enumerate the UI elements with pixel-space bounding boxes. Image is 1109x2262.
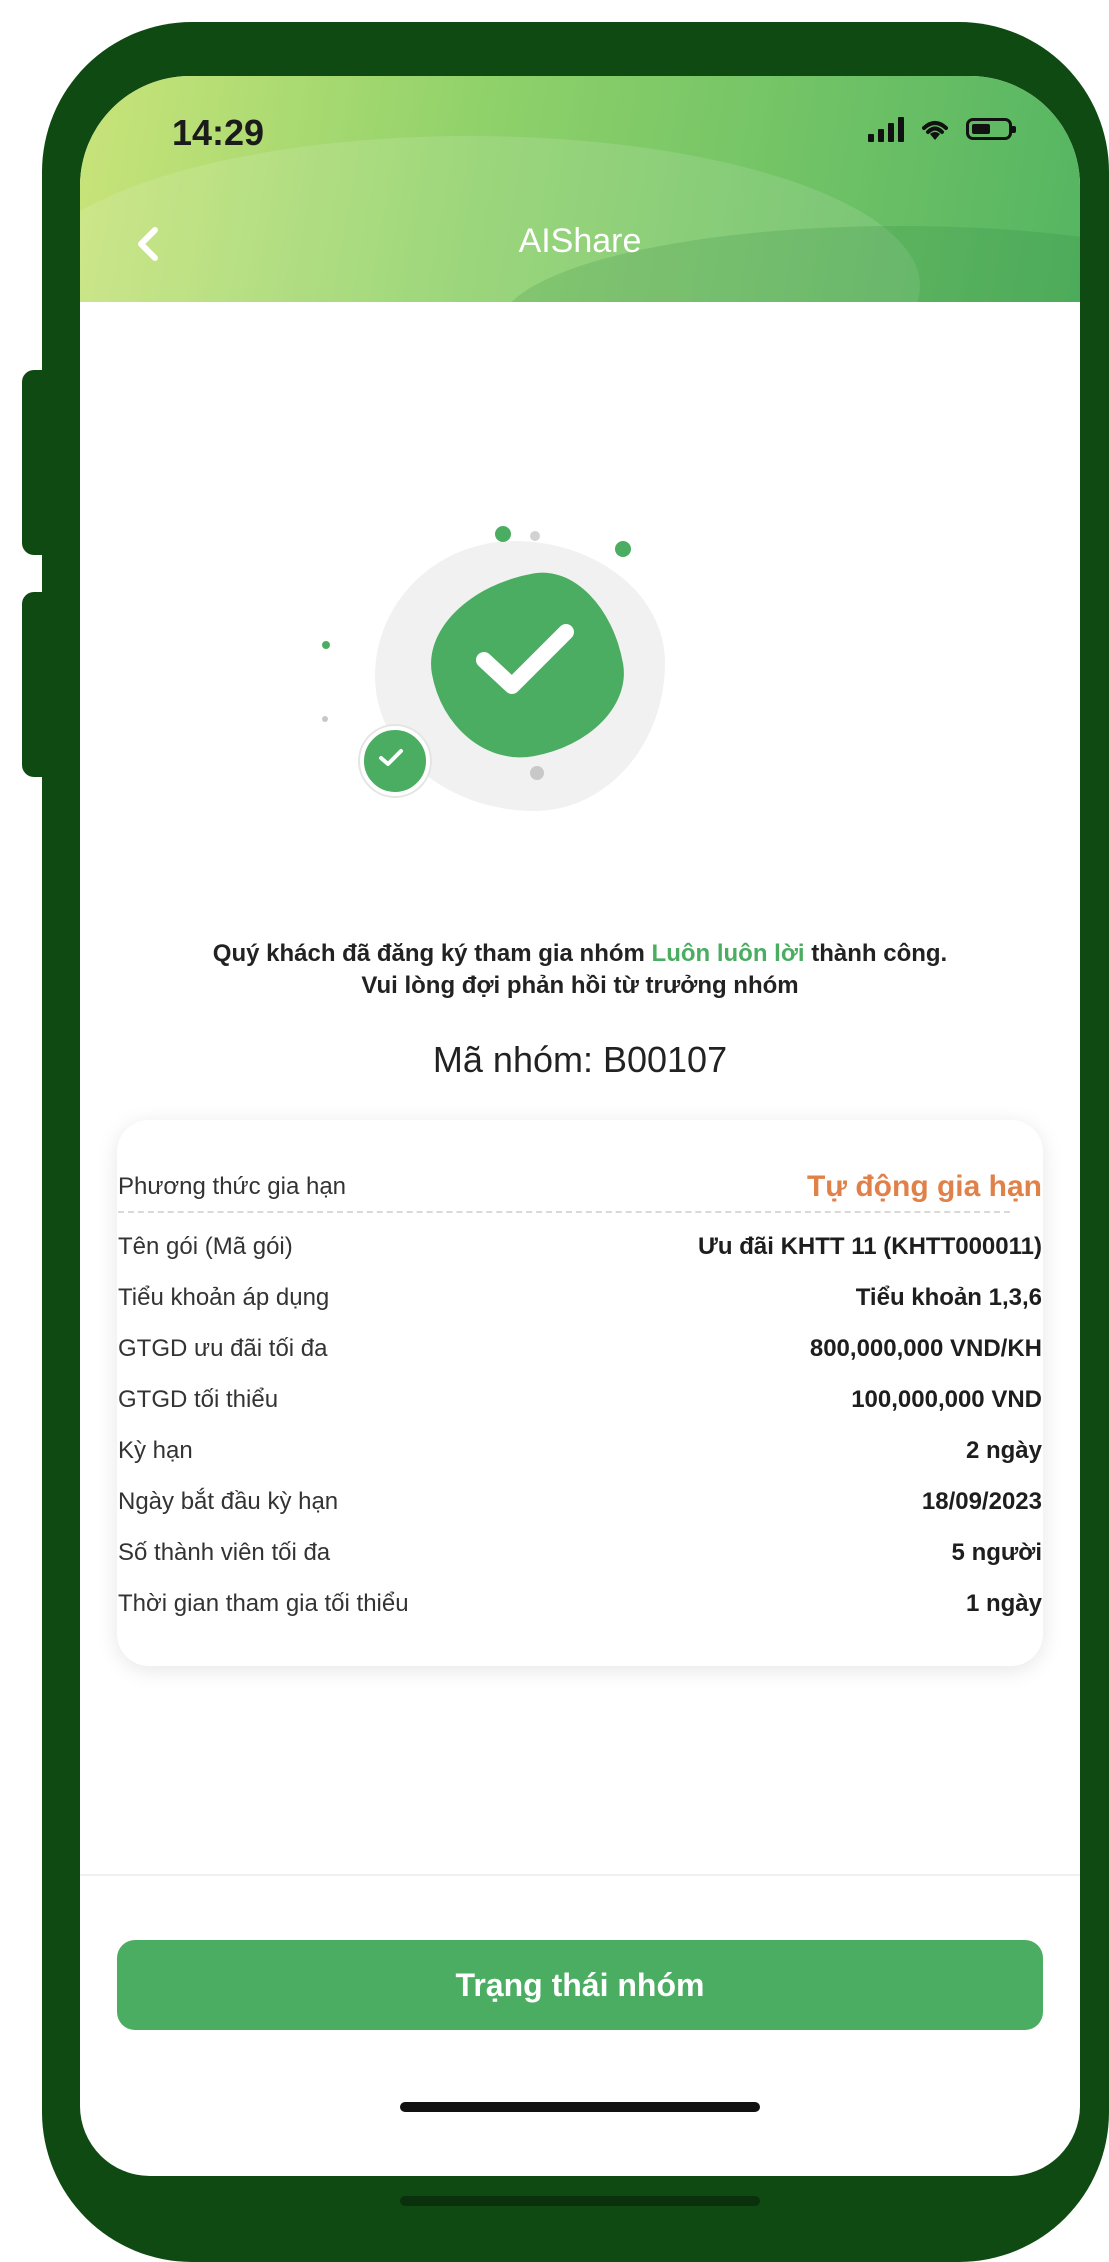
decor-dot [615,541,631,557]
detail-label: Thời gian tham gia tối thiểu [118,1590,409,1617]
detail-label: Kỳ hạn [118,1437,193,1464]
check-icon [476,624,574,694]
detail-value: Tiểu khoản 1,3,6 [855,1284,1042,1311]
group-code: Mã nhóm: B00107 [432,1039,728,1080]
detail-value: 100,000,000 VND [851,1386,1042,1413]
group-status-button[interactable]: Trạng thái nhóm [117,1940,1043,2030]
wait-message: Vui lòng đợi phản hồi từ trưởng nhóm [361,972,799,999]
dashed-divider [118,1211,1010,1213]
detail-label: Ngày bắt đầu kỳ hạn [118,1488,339,1515]
signal-icon [868,116,904,142]
group-name: Luôn luôn lời [651,940,805,967]
detail-row-renewal: Phương thức gia hạn Tự động gia hạn [118,1170,1042,1204]
detail-label: Số thành viên tối đa [118,1539,331,1566]
footer-divider [80,1874,1080,1876]
decor-dot [495,526,511,542]
detail-value: 18/09/2023 [921,1488,1042,1515]
small-check-badge [360,726,430,796]
detail-label: GTGD ưu đãi tối đa [118,1335,328,1362]
app-header: 14:29 AIShare [80,76,1080,302]
detail-row: Thời gian tham gia tối thiểu 1 ngày [118,1590,1042,1618]
decor-dot [322,641,330,649]
renewal-value: Tự động gia hạn [806,1170,1042,1203]
message-prefix: Quý khách đã đăng ký tham gia nhóm [212,940,652,967]
detail-row: GTGD tối thiểu 100,000,000 VND [118,1386,1042,1414]
detail-row: Ngày bắt đầu kỳ hạn 18/09/2023 [118,1488,1042,1516]
detail-label: Tên gói (Mã gói) [118,1233,293,1260]
small-check-icon [379,749,403,766]
app-screen: 14:29 AIShare Quý khách đã đăng ký tham … [80,76,1080,2176]
success-message: Quý khách đã đăng ký tham gia nhóm Luôn … [80,938,1080,970]
page-title: AIShare [518,222,642,260]
detail-value: 5 người [951,1539,1042,1566]
detail-row: Tên gói (Mã gói) Ưu đãi KHTT 11 (KHTT000… [118,1233,1042,1261]
detail-row: Số thành viên tối đa 5 người [118,1539,1042,1567]
status-icons [868,116,1016,142]
detail-label: Phương thức gia hạn [118,1173,347,1200]
decor-dot [530,531,540,541]
detail-value: 2 ngày [965,1437,1042,1464]
battery-icon [966,118,1016,140]
detail-value: Ưu đãi KHTT 11 (KHTT000011) [697,1233,1042,1260]
home-indicator[interactable] [400,2102,760,2112]
detail-row: Kỳ hạn 2 ngày [118,1437,1042,1465]
decor-dot [530,766,544,780]
wifi-icon [922,121,948,140]
detail-row: GTGD ưu đãi tối đa 800,000,000 VND/KH [118,1335,1042,1363]
detail-row: Tiểu khoản áp dụng Tiểu khoản 1,3,6 [118,1284,1042,1312]
detail-label: GTGD tối thiểu [118,1386,279,1413]
success-illustration [320,516,700,836]
message-suffix: thành công. [804,940,948,967]
detail-label: Tiểu khoản áp dụng [118,1284,330,1311]
frame-bottom-bar [400,2196,760,2206]
detail-value: 1 ngày [965,1590,1042,1617]
status-time: 14:29 [172,112,265,153]
detail-value: 800,000,000 VND/KH [809,1335,1042,1362]
decor-dot [322,716,328,722]
decor-dot [575,721,589,735]
